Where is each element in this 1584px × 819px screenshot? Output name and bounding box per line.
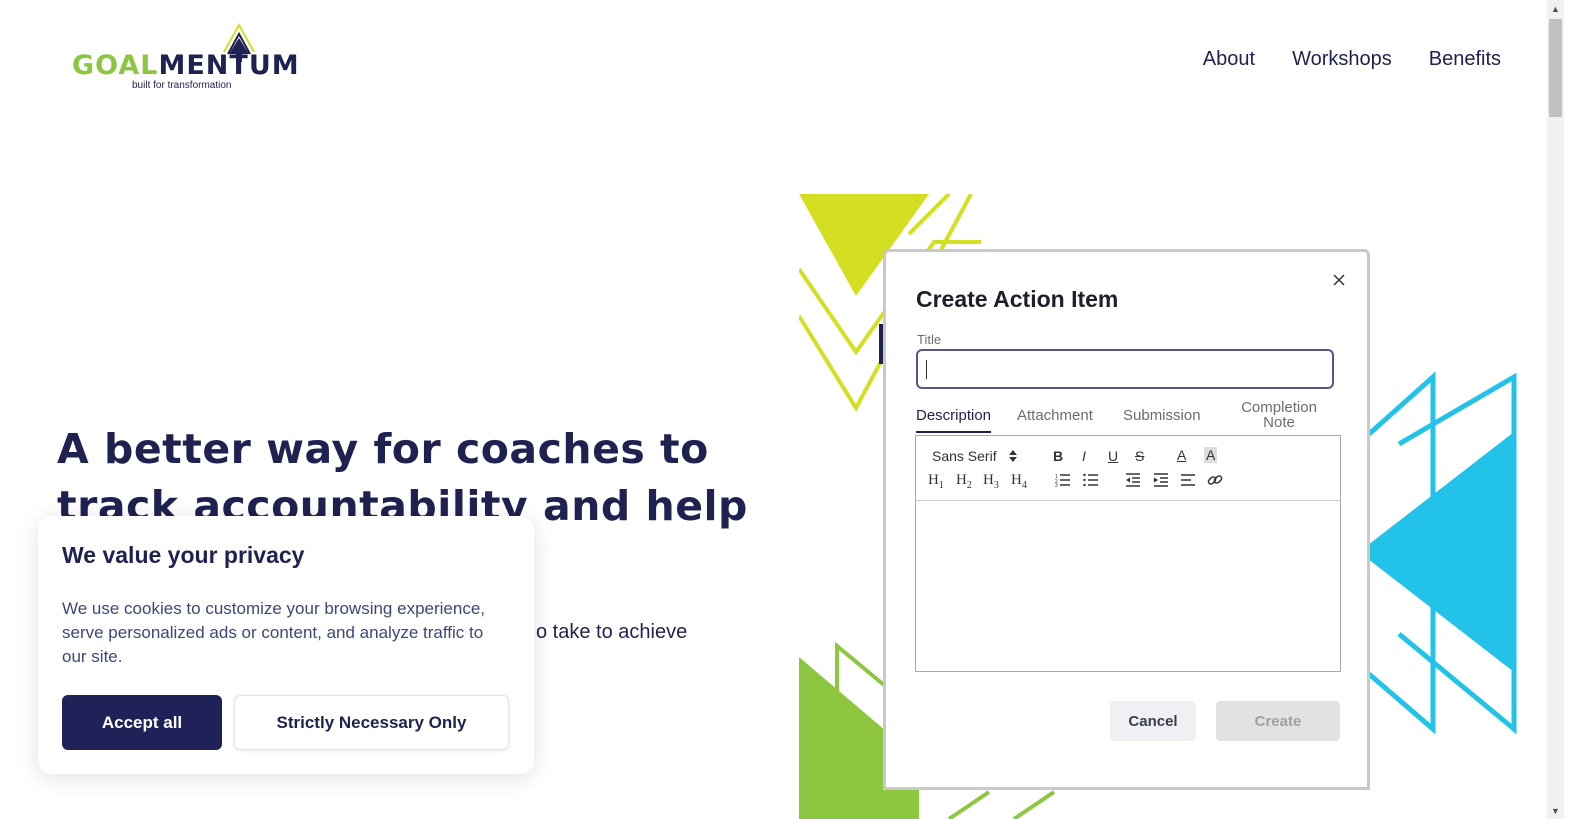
font-select-value: Sans Serif [932, 448, 997, 464]
hero-subtitle: o take to achieve [536, 621, 688, 643]
title-input[interactable] [916, 349, 1334, 389]
cookie-title: We value your privacy [62, 542, 305, 568]
background-color-icon[interactable]: A [1204, 447, 1218, 463]
scroll-down-icon[interactable]: ▼ [1547, 802, 1564, 819]
font-select[interactable]: Sans Serif [932, 448, 1017, 464]
h3-icon[interactable]: H3 [983, 472, 999, 491]
cookie-consent-banner: We value your privacy We use cookies to … [38, 516, 534, 774]
dialog-title: Create Action Item [916, 286, 1119, 312]
text-caret [926, 360, 927, 379]
select-arrows-icon [1008, 450, 1017, 462]
cancel-button[interactable]: Cancel [1110, 701, 1196, 741]
italic-icon[interactable]: I [1082, 448, 1086, 464]
close-icon[interactable] [1329, 270, 1349, 290]
tab-completion-note[interactable]: Completion Note [1234, 400, 1324, 430]
accept-all-button[interactable]: Accept all [62, 695, 222, 750]
cookie-body: We use cookies to customize your browsin… [62, 599, 485, 666]
scrollbar-thumb[interactable] [1549, 19, 1562, 117]
editor-tabs: Description Attachment Submission Comple… [916, 398, 1341, 438]
ordered-list-icon[interactable]: 123 [1055, 473, 1071, 487]
nav-benefits[interactable]: Benefits [1429, 48, 1501, 71]
bold-icon[interactable]: B [1053, 448, 1063, 464]
editor-toolbar: Sans Serif B I U S A A H1 H2 H3 H4 123 [916, 436, 1340, 501]
logo-wordmark: GOALMENTUM [72, 50, 300, 81]
strike-icon[interactable]: S [1135, 448, 1144, 464]
text-color-icon[interactable]: A [1177, 447, 1186, 463]
h4-icon[interactable]: H4 [1011, 472, 1027, 491]
page-scrollbar[interactable]: ▲ ▼ [1547, 0, 1564, 819]
logo-word-dark: MENTUM [158, 50, 300, 81]
logo-tagline: built for transformation [132, 80, 232, 91]
tab-attachment[interactable]: Attachment [1017, 407, 1093, 424]
nav-workshops[interactable]: Workshops [1292, 48, 1392, 71]
h2-icon[interactable]: H2 [956, 472, 972, 491]
logo[interactable]: GOALMENTUM built for transformation [72, 22, 302, 94]
nav-about[interactable]: About [1203, 48, 1255, 71]
bullet-list-icon[interactable] [1083, 473, 1099, 487]
indent-icon[interactable] [1153, 473, 1169, 487]
align-icon[interactable] [1180, 473, 1196, 487]
tab-description[interactable]: Description [916, 407, 992, 433]
main-nav: About Workshops Benefits [1203, 48, 1501, 71]
svg-text:3: 3 [1055, 483, 1058, 487]
tab-submission[interactable]: Submission [1123, 407, 1201, 424]
link-icon[interactable] [1207, 472, 1223, 488]
editor-content-area[interactable] [916, 501, 1340, 671]
h1-icon[interactable]: H1 [928, 472, 944, 491]
scroll-up-icon[interactable]: ▲ [1547, 0, 1564, 17]
title-label: Title [917, 332, 942, 347]
underline-icon[interactable]: U [1108, 448, 1118, 464]
rich-text-editor: Sans Serif B I U S A A H1 H2 H3 H4 123 [915, 435, 1341, 672]
strictly-necessary-button[interactable]: Strictly Necessary Only [234, 695, 509, 750]
logo-word-green: GOAL [72, 50, 159, 81]
create-action-item-dialog: Create Action Item Title Description Att… [883, 249, 1370, 790]
outdent-icon[interactable] [1125, 473, 1141, 487]
create-button[interactable]: Create [1216, 701, 1340, 741]
